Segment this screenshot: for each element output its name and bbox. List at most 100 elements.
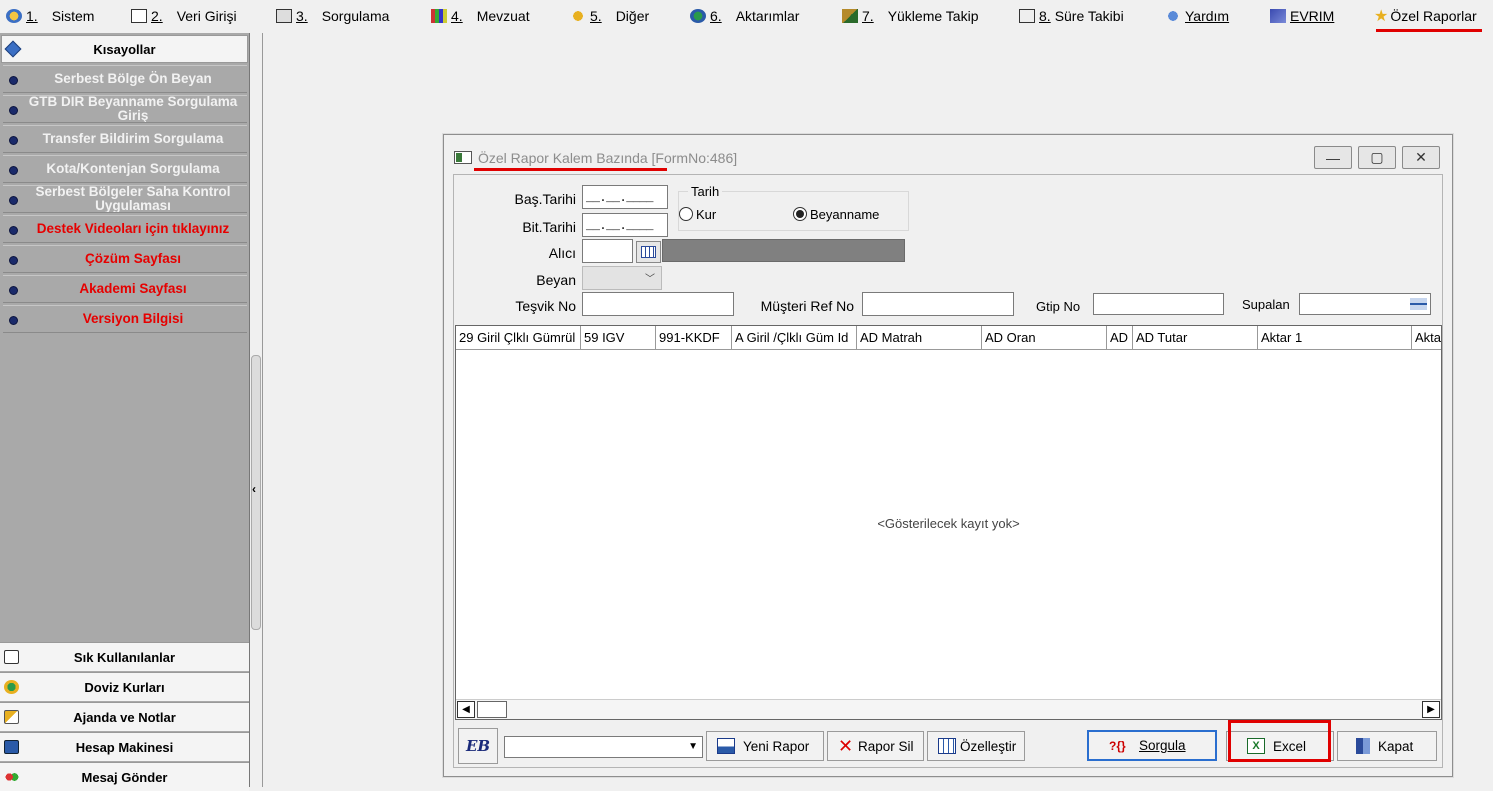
ozellestir-button[interactable]: Özelleştir (927, 731, 1025, 761)
title-highlight-underline (474, 168, 667, 171)
horizontal-scrollbar[interactable]: ◀ ▶ (456, 699, 1441, 719)
column-header[interactable]: AD Oran (982, 326, 1107, 349)
sidebar-link-destek-videolari[interactable]: Destek Videoları için tıklayınız (3, 215, 247, 243)
menu-sure-takibi[interactable]: 8. Süre Takibi (1019, 5, 1124, 27)
rapor-sil-button[interactable]: ✕ Rapor Sil (827, 731, 924, 761)
sidebar-currency-rates[interactable]: Doviz Kurları (0, 672, 249, 701)
report-combo[interactable]: ▼ (504, 736, 703, 758)
bullet-icon (9, 256, 18, 265)
scroll-right-icon[interactable]: ▶ (1422, 701, 1440, 718)
scroll-thumb[interactable] (477, 701, 507, 718)
empty-grid-message: <Gösterilecek kayıt yok> (877, 516, 1020, 531)
column-header[interactable]: 29 Giril Çlklı Gümrül (456, 326, 581, 349)
bas-tarihi-input[interactable]: __.__.____ (582, 185, 668, 209)
highlight-underline (1376, 29, 1482, 32)
column-header[interactable]: Akta (1412, 326, 1441, 349)
maximize-button[interactable]: ▢ (1358, 146, 1396, 169)
misc-icon (570, 9, 586, 23)
bit-tarihi-label: Bit.Tarihi (522, 219, 576, 235)
menu-ozel-raporlar[interactable]: ★ Özel Raporlar (1374, 5, 1477, 27)
menu-yardim[interactable]: Yardım (1165, 5, 1229, 27)
scroll-left-icon[interactable]: ◀ (457, 701, 475, 718)
column-header[interactable]: AD (1107, 326, 1133, 349)
musteri-ref-input[interactable] (862, 292, 1014, 316)
sorgula-button[interactable]: ?{} Sorgula (1087, 730, 1217, 761)
kur-radio-label: Kur (696, 207, 717, 222)
column-header[interactable]: AD Matrah (857, 326, 982, 349)
edit-icon (131, 9, 147, 23)
bullet-icon (9, 316, 18, 325)
save-icon (717, 738, 735, 754)
sidebar-link-saha-kontrol[interactable]: Serbest Bölgeler Saha Kontrol Uygulaması (3, 185, 247, 213)
shortcuts-header[interactable]: Kısayollar (1, 35, 248, 63)
sidebar-calculator[interactable]: Hesap Makinesi (0, 732, 249, 761)
musteri-ref-label: Müşteri Ref No (760, 298, 854, 314)
menu-bar: 1. Sistem 2. Veri Girişi 3. Sorgulama 4. Mev… (0, 0, 1493, 32)
help-icon (1165, 9, 1181, 23)
sidebar-favorites[interactable]: Sık Kullanılanlar (0, 642, 249, 671)
menu-sistem[interactable]: 1. Sistem (6, 5, 94, 27)
window-title: Özel Rapor Kalem Bazında [FormNo:486] (478, 150, 738, 166)
alici-input[interactable] (582, 239, 633, 263)
sidebar-link-transfer-bildirim[interactable]: Transfer Bildirim Sorgulama (3, 125, 247, 153)
menu-veri-girisi[interactable]: 2. Veri Girişi (131, 5, 237, 27)
bullet-icon (9, 136, 18, 145)
sidebar-link-akademi-sayfasi[interactable]: Akademi Sayfası (3, 275, 247, 303)
menu-aktarimlar[interactable]: 6. Aktarımlar (690, 5, 799, 27)
yeni-rapor-button[interactable]: Yeni Rapor (706, 731, 824, 761)
column-header[interactable]: 991-KKDF (656, 326, 732, 349)
gtip-label: Gtip No (1036, 299, 1081, 314)
sidebar-agenda[interactable]: Ajanda ve Notlar (0, 702, 249, 731)
sidebar-link-serbest-bolge-on-beyan[interactable]: Serbest Bölge Ön Beyan (3, 65, 247, 93)
report-grid[interactable]: 29 Giril Çlklı Gümrül 59 IGV 991-KKDF A … (455, 325, 1442, 720)
supalan-input[interactable] (1299, 293, 1431, 315)
window-titlebar[interactable]: Özel Rapor Kalem Bazında [FormNo:486] — … (444, 135, 1452, 175)
book-icon (1270, 9, 1286, 23)
books-icon (431, 9, 447, 23)
bit-tarihi-input[interactable]: __.__.____ (582, 213, 668, 237)
sidebar-link-versiyon-bilgisi[interactable]: Versiyon Bilgisi (3, 305, 247, 333)
chevron-down-icon: ▼ (688, 741, 698, 752)
column-header[interactable]: 59 IGV (581, 326, 656, 349)
tesvik-input[interactable] (582, 292, 734, 316)
alici-label: Alıcı (548, 245, 576, 261)
bullet-icon (9, 106, 18, 115)
report-window: Özel Rapor Kalem Bazında [FormNo:486] — … (443, 134, 1453, 777)
beyan-select[interactable]: ﹀ (582, 266, 662, 290)
sidebar-link-gtb-dir[interactable]: GTB DIR Beyanname Sorgulama Giriş (3, 95, 247, 123)
gtip-input[interactable] (1093, 293, 1224, 315)
tracking-icon (842, 9, 858, 23)
minimize-button[interactable]: — (1314, 146, 1352, 169)
column-header[interactable]: A Giril /Çlklı Güm Id (732, 326, 857, 349)
system-icon (6, 9, 22, 23)
tarih-group-title: Tarih (688, 184, 723, 199)
grid-settings-icon (938, 738, 956, 754)
transfer-icon (690, 9, 706, 23)
shortcuts-title: Kısayollar (93, 42, 156, 57)
lookup-icon (1410, 298, 1427, 310)
supalan-label: Supalan (1242, 297, 1290, 312)
bas-tarihi-label: Baş.Tarihi (514, 191, 576, 207)
sidebar-link-cozum-sayfasi[interactable]: Çözüm Sayfası (3, 245, 247, 273)
menu-evrim[interactable]: EVRIM (1270, 5, 1334, 27)
menu-diger[interactable]: 5. Diğer (570, 5, 649, 27)
beyanname-radio[interactable] (793, 207, 807, 221)
close-button[interactable]: ✕ (1402, 146, 1440, 169)
query-icon: ?{} (1109, 738, 1126, 753)
kapat-button[interactable]: Kapat (1337, 731, 1437, 761)
query-icon (276, 9, 292, 23)
menu-sorgulama[interactable]: 3. Sorgulama (276, 5, 389, 27)
menu-mevzuat[interactable]: 4. Mevzuat (431, 5, 530, 27)
calendar-lookup-button[interactable] (636, 241, 661, 263)
kur-radio[interactable] (679, 207, 693, 221)
collapse-sidebar-icon[interactable]: ‹ (252, 482, 256, 496)
bullet-icon (9, 226, 18, 235)
column-header[interactable]: Aktar 1 (1258, 326, 1412, 349)
tesvik-label: Teşvik No (515, 298, 576, 314)
calendar-icon (641, 246, 656, 258)
column-header[interactable]: AD Tutar (1133, 326, 1258, 349)
menu-yukleme-takip[interactable]: 7. Yükleme Takip (842, 5, 978, 27)
exit-door-icon (1356, 738, 1370, 754)
sidebar-link-kota-kontenjan[interactable]: Kota/Kontenjan Sorgulama (3, 155, 247, 183)
eb-logo-button[interactable]: EB (458, 728, 498, 764)
